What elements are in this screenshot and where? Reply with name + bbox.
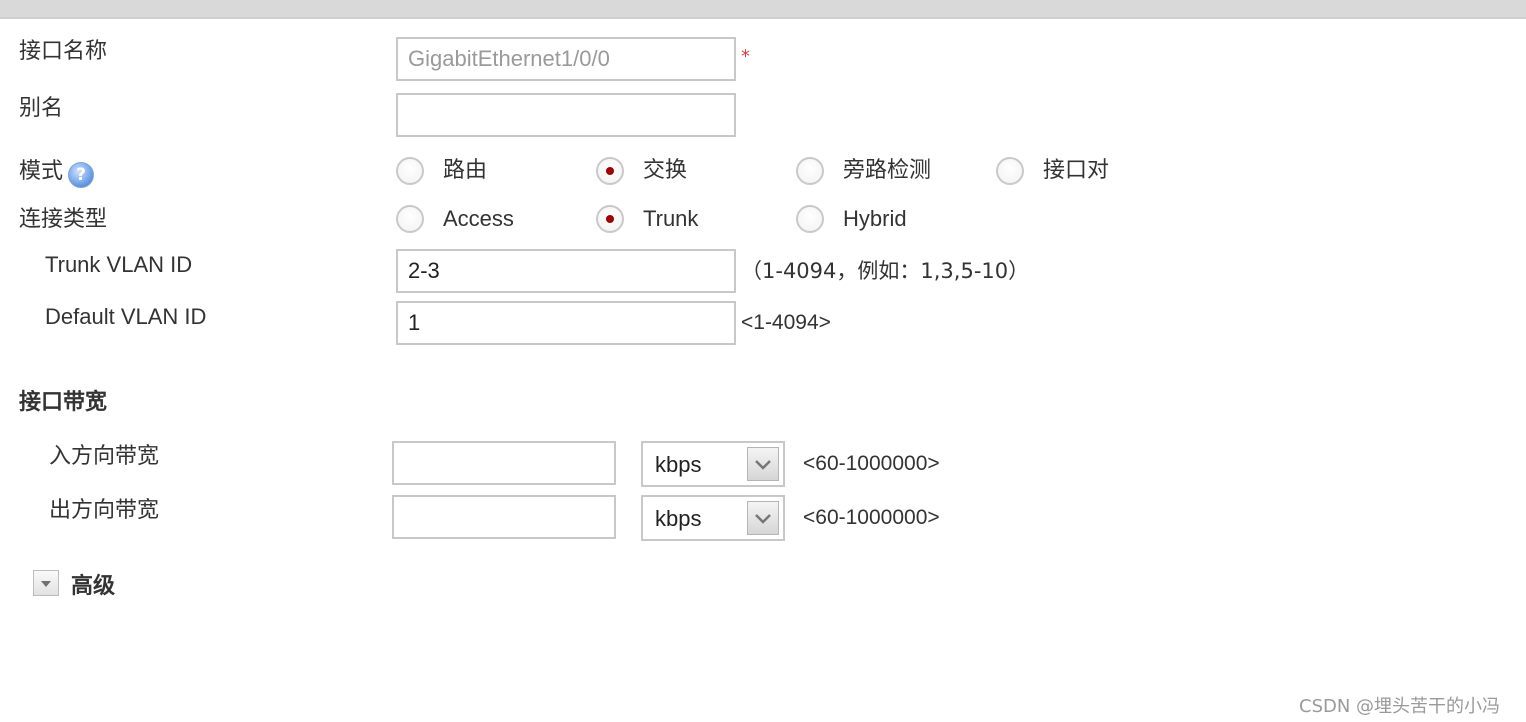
trunk-vlan-hint: （1-4094，例如：1,3,5-10） — [741, 259, 1030, 283]
outbound-bandwidth-hint: <60-1000000> — [803, 506, 940, 529]
link-type-radio-trunk[interactable] — [596, 205, 624, 233]
chevron-down-icon[interactable] — [747, 501, 779, 535]
mode-radio-routing[interactable] — [396, 157, 424, 185]
top-bar — [0, 0, 1526, 19]
outbound-unit-value: kbps — [655, 506, 702, 531]
link-type-option-access-label: Access — [443, 206, 514, 231]
trunk-vlan-label: Trunk VLAN ID — [45, 252, 193, 277]
outbound-bandwidth-input[interactable] — [392, 495, 616, 539]
link-type-option-trunk-label: Trunk — [643, 206, 699, 231]
inbound-bandwidth-label: 入方向带宽 — [49, 444, 160, 469]
trunk-vlan-input[interactable] — [396, 249, 736, 293]
default-vlan-input[interactable] — [396, 301, 736, 345]
inbound-bandwidth-input[interactable] — [392, 441, 616, 485]
link-type-option-hybrid-label: Hybrid — [843, 206, 907, 231]
link-type-label: 连接类型 — [19, 207, 108, 232]
outbound-unit-select[interactable]: kbps — [641, 495, 785, 541]
alias-label: 别名 — [19, 96, 64, 121]
inbound-bandwidth-hint: <60-1000000> — [803, 452, 940, 475]
link-type-radio-access[interactable] — [396, 205, 424, 233]
mode-radio-bypass-detection[interactable] — [796, 157, 824, 185]
alias-input[interactable] — [396, 93, 736, 137]
mode-option-switching-label: 交换 — [643, 158, 688, 183]
question-help-icon[interactable]: ? — [68, 162, 94, 188]
bandwidth-section-title: 接口带宽 — [19, 389, 108, 415]
required-mark: * — [741, 46, 750, 67]
default-vlan-label: Default VLAN ID — [45, 304, 207, 329]
link-type-radio-hybrid[interactable] — [796, 205, 824, 233]
inbound-unit-select[interactable]: kbps — [641, 441, 785, 487]
inbound-unit-value: kbps — [655, 452, 702, 477]
mode-radio-interface-pair[interactable] — [996, 157, 1024, 185]
default-vlan-hint: <1-4094> — [741, 311, 831, 334]
interface-name-input[interactable] — [396, 37, 736, 81]
advanced-toggle-label[interactable]: 高级 — [71, 568, 115, 600]
expand-down-icon[interactable] — [33, 570, 59, 596]
watermark: CSDN @埋头苦干的小冯 — [1299, 696, 1501, 717]
mode-label: 模式 — [19, 159, 64, 184]
mode-option-interface-pair-label: 接口对 — [1043, 158, 1110, 183]
mode-option-routing-label: 路由 — [443, 158, 488, 183]
chevron-down-icon[interactable] — [747, 447, 779, 481]
interface-name-label: 接口名称 — [19, 39, 108, 64]
mode-radio-switching[interactable] — [596, 157, 624, 185]
outbound-bandwidth-label: 出方向带宽 — [49, 498, 160, 523]
mode-option-bypass-detection-label: 旁路检测 — [843, 158, 932, 183]
